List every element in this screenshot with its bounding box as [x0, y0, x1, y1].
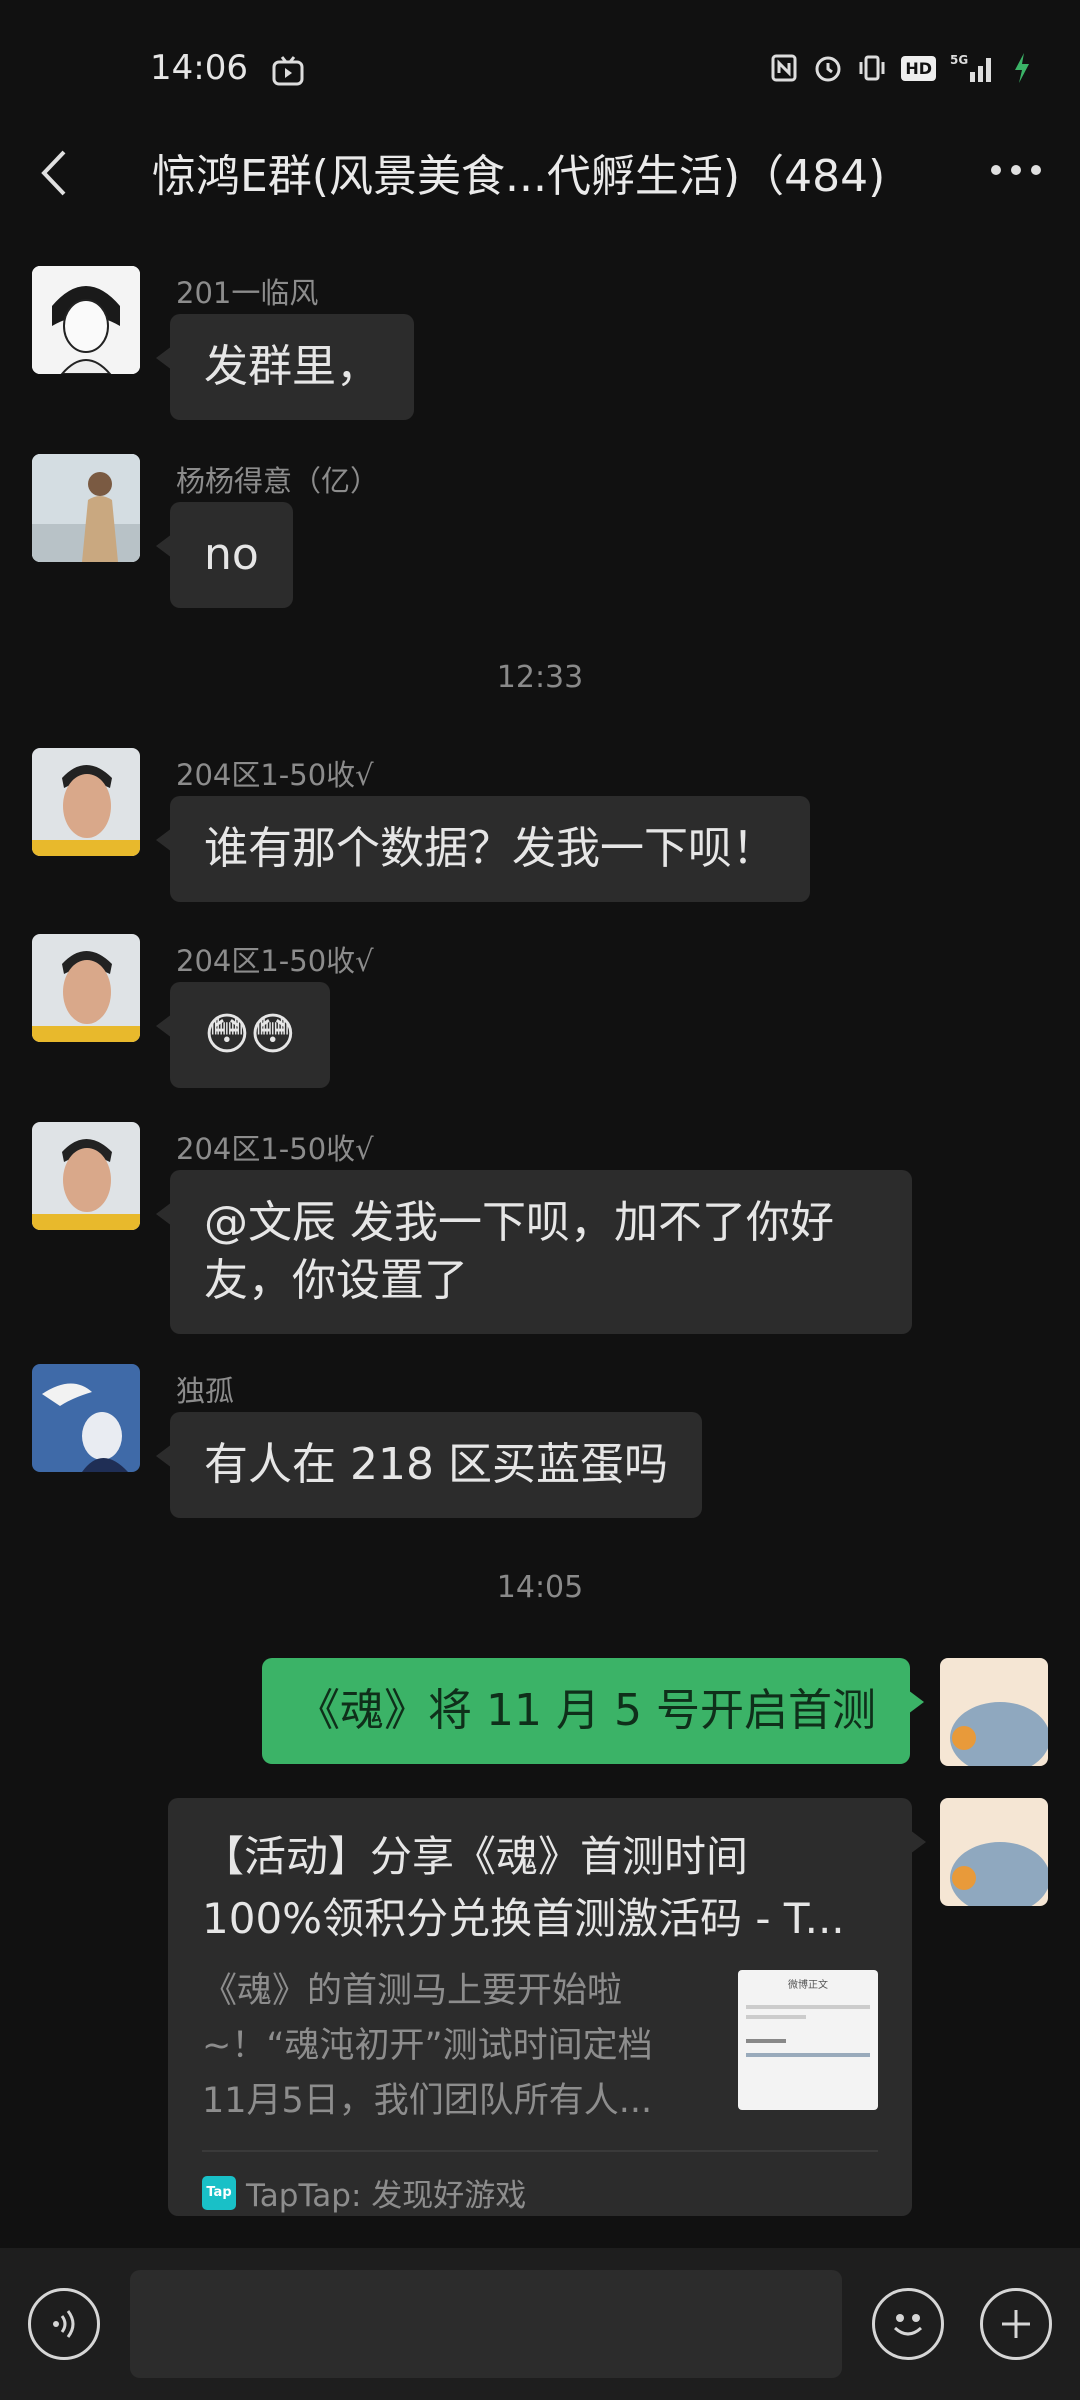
link-card-thumbnail: 微博正文 — [738, 1970, 878, 2110]
link-card-source-label: TapTap: 发现好游戏 — [246, 2178, 527, 2214]
avatar-man[interactable] — [32, 1122, 140, 1230]
status-icons: HD 5G — [769, 52, 1032, 84]
charging-icon — [1015, 53, 1029, 83]
my-message-bubble[interactable]: 《魂》将 11 月 5 号开启首测 — [262, 1658, 924, 1764]
message-bubble[interactable]: 发群里， — [156, 314, 414, 420]
sender-name: 杨杨得意（亿） — [176, 464, 380, 498]
avatar-man[interactable] — [32, 748, 140, 856]
message-bubble[interactable]: 有人在 218 区买蓝蛋吗 — [156, 1412, 702, 1518]
message-bubble[interactable]: @文辰 发我一下呗，加不了你好 友，你设置了 — [156, 1170, 912, 1334]
status-time: 14:06 — [150, 48, 248, 88]
message-bubble[interactable]: 😳😳 — [156, 982, 330, 1088]
link-card-description: 《魂》的首测马上要开始啦 ~！“魂沌初开”测试时间定档 11月5日，我们团队所有… — [202, 1964, 692, 2129]
input-bar — [0, 2248, 1080, 2400]
link-card-title: 【活动】分享《魂》首测时间 100%领积分兑换首测激活码 - T... — [202, 1826, 862, 1950]
sender-name: 204区1-50收√ — [176, 758, 374, 792]
thumbnail-header: 微博正文 — [788, 1980, 828, 1991]
avatar-self[interactable] — [940, 1658, 1048, 1766]
plus-icon[interactable] — [980, 2288, 1052, 2360]
link-card-desc-line: 《魂》的首测马上要开始啦 — [202, 1971, 623, 2011]
message-bubble[interactable]: no — [156, 502, 293, 608]
link-card-desc-line: ~！“魂沌初开”测试时间定档 — [202, 2026, 653, 2066]
emoji-icon[interactable] — [872, 2288, 944, 2360]
more-icon[interactable] — [988, 160, 1044, 180]
taptap-logo-icon: Tap — [202, 2175, 236, 2210]
message-text-line: 友，你设置了 — [204, 1255, 468, 1306]
alarm-icon — [815, 56, 841, 82]
link-card-title-line: 【活动】分享《魂》首测时间 — [202, 1832, 749, 1881]
sender-name: 204区1-50收√ — [176, 944, 374, 978]
5g-signal-icon: 5G — [950, 53, 991, 82]
tv-icon — [272, 56, 304, 86]
message-text-line: @文辰 发我一下呗，加不了你好 — [204, 1197, 834, 1248]
link-card-desc-line: 11月5日，我们团队所有人... — [202, 2081, 653, 2121]
avatar-man[interactable] — [32, 934, 140, 1042]
timestamp: 14:05 — [496, 1570, 584, 1605]
message-input[interactable] — [130, 2270, 842, 2378]
avatar-dove[interactable] — [32, 1364, 140, 1472]
message-bubble[interactable]: 谁有那个数据？发我一下呗！ — [156, 796, 810, 902]
divider — [202, 2150, 878, 2152]
link-card[interactable]: 【活动】分享《魂》首测时间 100%领积分兑换首测激活码 - T... 《魂》的… — [168, 1798, 926, 2216]
avatar-self[interactable] — [940, 1798, 1048, 1906]
back-arrow-icon[interactable] — [36, 148, 72, 198]
sender-name: 201一临风 — [176, 276, 319, 310]
link-card-title-line: 100%领积分兑换首测激活码 - T... — [202, 1894, 845, 1943]
avatar-anime[interactable] — [32, 266, 140, 374]
svg-text:5G: 5G — [950, 53, 968, 67]
nfc-icon — [771, 54, 797, 82]
link-card-source: Tap TapTap: 发现好游戏 — [202, 2170, 526, 2215]
vibrate-icon — [859, 55, 885, 81]
voice-icon[interactable] — [28, 2288, 100, 2360]
avatar-photo[interactable] — [32, 454, 140, 562]
hd-icon: HD — [901, 55, 936, 81]
timestamp: 12:33 — [496, 660, 584, 695]
sender-name: 独孤 — [176, 1374, 235, 1408]
sender-name: 204区1-50收√ — [176, 1132, 374, 1166]
chat-title: 惊鸿E群(风景美食...代孵生活)（484) — [152, 151, 886, 202]
